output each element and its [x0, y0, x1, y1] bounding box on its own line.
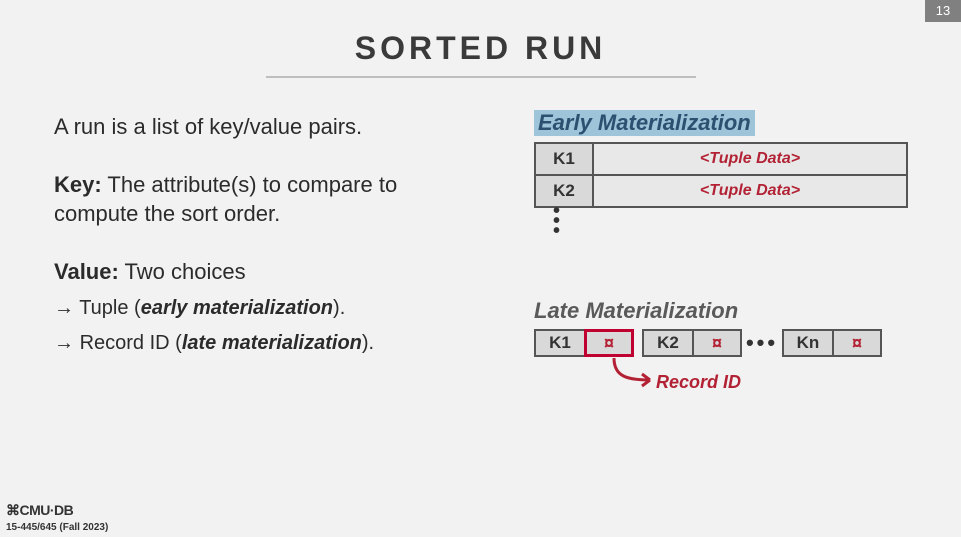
choice-2-post: ).: [362, 332, 374, 354]
arrow-icon: →: [54, 297, 74, 319]
key-label: Key:: [54, 172, 102, 197]
late-vn: ¤: [832, 329, 882, 357]
choice-2: → Record ID (late materialization).: [54, 330, 484, 357]
horizontal-dots-icon: •••: [742, 330, 782, 356]
early-materialization-label: Early Materialization: [534, 110, 755, 136]
callout-arrow-icon: [608, 356, 663, 390]
value-text: Two choices: [125, 259, 246, 284]
late-v2: ¤: [692, 329, 742, 357]
key-line: Key: The attribute(s) to compare to comp…: [54, 170, 484, 229]
value-label: Value:: [54, 259, 119, 284]
choice-1: → Tuple (early materialization).: [54, 295, 484, 322]
record-id-callout: Record ID: [656, 372, 741, 393]
early-val-2: <Tuple Data>: [594, 176, 906, 206]
choice-1-pre: Tuple (: [79, 297, 141, 319]
early-row-1: K1 <Tuple Data>: [536, 144, 906, 176]
slide: 13 SORTED RUN A run is a list of key/val…: [0, 0, 961, 537]
early-key-2: K2: [536, 176, 594, 206]
late-kn: Kn: [782, 329, 832, 357]
early-row-2: K2 <Tuple Data>: [536, 176, 906, 208]
key-text: The attribute(s) to compare to compute t…: [54, 172, 397, 227]
vertical-dots-icon: •••: [553, 206, 560, 236]
late-row: K1 ¤ K2 ¤ ••• Kn ¤: [534, 328, 882, 358]
footer-logo: ⌘CMU·DB: [6, 502, 73, 519]
intro-line: A run is a list of key/value pairs.: [54, 112, 484, 142]
choice-2-pre: Record ID (: [80, 332, 182, 354]
early-key-1: K1: [536, 144, 594, 174]
choice-2-em: late materialization: [182, 332, 362, 354]
late-k1: K1: [534, 329, 584, 357]
value-line: Value: Two choices: [54, 257, 484, 287]
choice-1-em: early materialization: [141, 297, 333, 319]
slide-title: SORTED RUN: [0, 30, 961, 67]
choice-1-post: ).: [333, 297, 345, 319]
late-materialization-label: Late Materialization: [534, 298, 738, 324]
late-k2: K2: [642, 329, 692, 357]
title-rule: [266, 76, 696, 78]
early-table: K1 <Tuple Data> K2 <Tuple Data>: [534, 142, 908, 208]
page-number: 13: [925, 0, 961, 22]
footer-course: 15-445/645 (Fall 2023): [6, 522, 108, 533]
arrow-icon: →: [54, 332, 74, 354]
late-v1-highlight: ¤: [584, 329, 634, 357]
body-text: A run is a list of key/value pairs. Key:…: [54, 112, 484, 365]
early-val-1: <Tuple Data>: [594, 144, 906, 174]
